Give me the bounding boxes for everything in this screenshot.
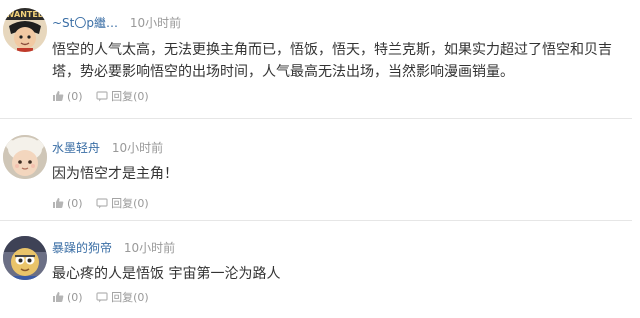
reply-label: 回复 xyxy=(111,90,134,103)
comment-text: 最心疼的人是悟饭 宇宙第一沦为路人 xyxy=(52,266,281,282)
comment-text: 因为悟空才是主角！ xyxy=(52,166,178,182)
comment-meta: 暴躁的狗帝 10小时前 xyxy=(52,239,175,256)
reply-button[interactable]: 回复 (0) xyxy=(96,289,149,305)
like-count: (0) xyxy=(67,196,83,210)
reply-button[interactable]: 回复 (0) xyxy=(96,88,149,104)
timestamp: 10小时前 xyxy=(111,141,164,155)
reply-button[interactable]: 回复 (0) xyxy=(96,195,149,211)
comment-actions: (0) 回复 (0) xyxy=(52,195,159,212)
like-button[interactable]: (0) xyxy=(52,291,83,304)
thumbs-up-icon xyxy=(53,292,64,302)
reply-label: 回复 xyxy=(111,197,134,210)
reply-icon xyxy=(96,292,108,303)
reply-label: 回复 xyxy=(111,291,134,304)
reply-count: (0) xyxy=(133,89,149,103)
like-button[interactable]: (0) xyxy=(52,197,83,210)
avatar[interactable]: WANTED xyxy=(3,8,47,52)
like-count: (0) xyxy=(67,290,83,304)
comment-item: WANTED ~St〇p繼… 10小时前 悟空的人气太高，无法更换主角而已，悟饭… xyxy=(0,0,640,118)
reply-icon xyxy=(96,91,108,102)
timestamp: 10小时前 xyxy=(123,241,176,255)
like-button[interactable]: (0) xyxy=(52,90,83,103)
thumbs-up-icon xyxy=(53,91,64,101)
timestamp: 10小时前 xyxy=(129,16,182,30)
comment-meta: ~St〇p繼… 10小时前 xyxy=(52,14,181,31)
like-count: (0) xyxy=(67,89,83,103)
avatar-badge-text: WANTED xyxy=(6,10,45,19)
avatar[interactable] xyxy=(3,236,47,280)
reply-count: (0) xyxy=(133,196,149,210)
username-link[interactable]: 水墨轻舟 xyxy=(52,141,100,155)
username-link[interactable]: ~St〇p繼… xyxy=(52,16,118,30)
comment-item: 水墨轻舟 10小时前 因为悟空才是主角！ (0) 回复 (0) xyxy=(0,119,640,219)
comment-actions: (0) 回复 (0) xyxy=(52,88,159,105)
comment-actions: (0) 回复 (0) xyxy=(52,289,159,306)
username-link[interactable]: 暴躁的狗帝 xyxy=(52,241,112,255)
reply-count: (0) xyxy=(133,290,149,304)
comment-meta: 水墨轻舟 10小时前 xyxy=(52,139,163,156)
comment-text: 悟空的人气太高，无法更换主角而已，悟饭，悟天，特兰克斯，如果实力超过了悟空和贝吉… xyxy=(52,42,612,80)
reply-icon xyxy=(96,198,108,209)
avatar[interactable] xyxy=(3,135,47,179)
thumbs-up-icon xyxy=(53,198,64,208)
comment-item: 暴躁的狗帝 10小时前 最心疼的人是悟饭 宇宙第一沦为路人 (0) 回复 (0) xyxy=(0,221,640,318)
